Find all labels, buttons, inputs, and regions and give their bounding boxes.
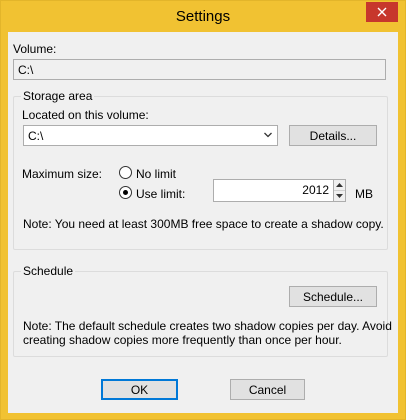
window-title: Settings xyxy=(175,8,231,25)
schedule-note-line-1: Note: The default schedule creates two s… xyxy=(23,319,392,333)
volume-field: C:\ xyxy=(13,59,386,80)
caret-up-icon xyxy=(336,182,343,187)
no-limit-radio[interactable] xyxy=(119,166,132,179)
volume-select-value: C:\ xyxy=(28,129,44,143)
located-on-volume-label: Located on this volume: xyxy=(22,108,149,122)
limit-size-value: 2012 xyxy=(302,183,329,197)
details-button[interactable]: Details... xyxy=(289,125,377,146)
no-limit-label: No limit xyxy=(136,167,177,181)
volume-label: Volume: xyxy=(13,42,57,56)
volume-select[interactable]: C:\ xyxy=(23,125,278,146)
use-limit-label: Use limit: xyxy=(136,187,186,201)
volume-value: C:\ xyxy=(18,63,34,77)
spin-down-button[interactable] xyxy=(334,191,345,202)
radio-selected-dot xyxy=(123,190,128,195)
schedule-note-line-2: creating shadow copies more frequently t… xyxy=(23,333,342,347)
caret-down-icon xyxy=(336,193,343,198)
cancel-button[interactable]: Cancel xyxy=(230,379,305,400)
limit-size-input[interactable]: 2012 xyxy=(213,179,334,202)
schedule-button[interactable]: Schedule... xyxy=(289,286,377,307)
title-bar[interactable]: Settings xyxy=(1,1,405,32)
limit-size-spinner[interactable] xyxy=(333,179,346,202)
maximum-size-label: Maximum size: xyxy=(22,167,103,181)
close-button[interactable] xyxy=(366,2,398,22)
schedule-caption: Schedule xyxy=(21,264,76,278)
size-unit-label: MB xyxy=(355,187,373,201)
close-icon xyxy=(377,7,387,17)
dialog-body: Volume: C:\ Storage area Located on this… xyxy=(8,32,398,413)
ok-button[interactable]: OK xyxy=(101,379,178,400)
storage-note: Note: You need at least 300MB free space… xyxy=(23,217,384,231)
chevron-down-icon xyxy=(264,132,272,138)
use-limit-radio[interactable] xyxy=(119,186,132,199)
storage-area-caption: Storage area xyxy=(21,89,95,103)
spin-up-button[interactable] xyxy=(334,180,345,191)
settings-window: Settings Volume: C:\ Storage area Locate… xyxy=(0,0,406,420)
